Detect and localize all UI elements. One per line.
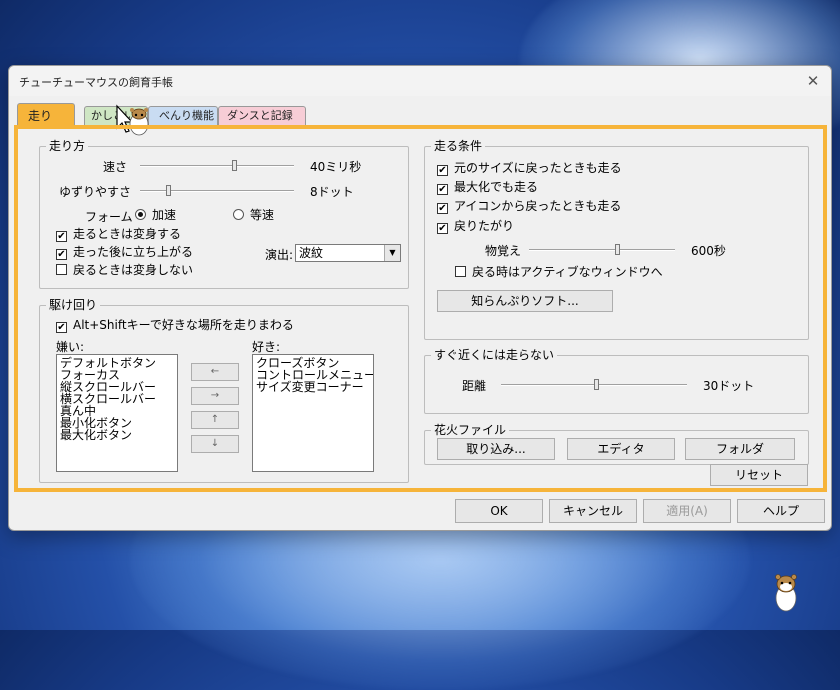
help-button[interactable]: ヘルプ (737, 499, 825, 523)
move-up-button[interactable]: ↑ (191, 411, 239, 429)
slider-track (140, 190, 294, 192)
checkbox-box: ✔ (437, 223, 448, 234)
group-fireworks: 花火ファイル 取り込み... エディタ フォルダ (424, 423, 809, 465)
slider-thumb[interactable] (166, 185, 171, 196)
slider-track (529, 249, 675, 251)
tab-hashiri[interactable]: 走り (17, 103, 75, 127)
slider-thumb[interactable] (615, 244, 620, 255)
checkbox-icon-restore[interactable]: ✔ アイコンから戻ったときも走る (437, 199, 621, 214)
like-listbox[interactable]: クローズボタン コントロールメニュー サイズ変更コーナー (252, 354, 374, 472)
effect-select[interactable]: 波紋 ▼ (295, 244, 401, 262)
speed-value: 40ミリ秒 (310, 160, 362, 174)
form-label: フォーム (85, 210, 133, 224)
tab-content-hashiri: 走り方 速さ 40ミリ秒 ゆずりやすさ 8ドット フォーム 加速 等速 ✔ 走ると… (14, 125, 827, 492)
apply-button[interactable]: 適用(A) (643, 499, 731, 523)
radio-label: 等速 (250, 208, 275, 222)
tab-label: 走り (28, 109, 53, 123)
checkbox-transform[interactable]: ✔ 走るときは変身する (56, 227, 181, 242)
memory-slider[interactable] (529, 244, 675, 256)
checkbox-standup[interactable]: ✔ 走った後に立ち上がる (56, 245, 193, 260)
checkbox-box (56, 264, 67, 275)
radio-dot (135, 209, 146, 220)
move-left-button[interactable]: ← (191, 363, 239, 381)
list-item[interactable]: サイズ変更コーナー (256, 381, 370, 393)
folder-button[interactable]: フォルダ (685, 438, 795, 460)
speed-label: 速さ (103, 160, 128, 174)
checkbox-box (455, 266, 466, 277)
effect-label: 演出: (265, 248, 294, 262)
like-label: 好き: (252, 340, 281, 354)
distance-value: 30ドット (703, 379, 755, 393)
slider-thumb[interactable] (594, 379, 599, 390)
tab-label: ダンスと記録 (227, 109, 293, 122)
group-legend: すぐ近くには走らない (431, 348, 558, 363)
ok-button[interactable]: OK (455, 499, 543, 523)
group-legend: 駆け回り (46, 298, 101, 313)
checkbox-restore[interactable]: ✔ 元のサイズに戻ったときも走る (437, 161, 622, 176)
checkbox-maximize[interactable]: ✔ 最大化でも走る (437, 180, 538, 195)
dislike-listbox[interactable]: デフォルトボタン フォーカス 縦スクロールバー 横スクロールバー 真ん中 最小化… (56, 354, 178, 472)
import-button[interactable]: 取り込み... (437, 438, 555, 460)
memory-label: 物覚え (485, 244, 522, 258)
slider-track (140, 165, 294, 167)
checkbox-label: 元のサイズに戻ったときも走る (454, 161, 622, 175)
speed-slider[interactable] (140, 160, 294, 172)
tab-benri[interactable]: べんり機能 (148, 106, 218, 126)
checkbox-box: ✔ (56, 322, 67, 333)
tab-dance[interactable]: ダンスと記録 (218, 106, 306, 126)
group-kakemawari: 駆け回り ✔ Alt+Shiftキーで好きな場所を走りまわる 嫌い: 好き: デフ… (39, 298, 409, 483)
radio-constant[interactable]: 等速 (233, 208, 274, 222)
move-right-button[interactable]: → (191, 387, 239, 405)
shiranpuri-soft-button[interactable]: 知らんぷりソフト... (437, 290, 613, 312)
checkbox-box: ✔ (437, 203, 448, 214)
group-conditions: 走る条件 ✔ 元のサイズに戻ったときも走る ✔ 最大化でも走る ✔ アイコンから戻った… (424, 139, 809, 340)
effect-value: 波紋 (299, 246, 324, 260)
checkbox-altshift[interactable]: ✔ Alt+Shiftキーで好きな場所を走りまわる (56, 318, 294, 333)
hamster-mascot-icon (775, 574, 797, 612)
checkbox-label: 走った後に立ち上がる (73, 245, 194, 259)
radio-label: 加速 (152, 208, 177, 222)
yield-label: ゆずりやすさ (59, 185, 132, 199)
group-legend: 走る条件 (431, 139, 486, 154)
checkbox-label: 走るときは変身する (73, 227, 182, 241)
title-bar: チューチューマウスの飼育手帳 ✕ (9, 66, 831, 96)
distance-slider[interactable] (501, 379, 687, 391)
checkbox-noreturn[interactable]: 戻るときは変身しない (56, 263, 193, 277)
radio-accel[interactable]: 加速 (135, 208, 176, 222)
list-item[interactable]: 最大化ボタン (60, 429, 174, 441)
yield-value: 8ドット (310, 185, 354, 199)
checkbox-modoritagari[interactable]: ✔ 戻りたがり (437, 219, 514, 234)
tab-label: べんり機能 (159, 109, 214, 122)
group-hashirikata: 走り方 速さ 40ミリ秒 ゆずりやすさ 8ドット フォーム 加速 等速 ✔ 走ると… (39, 139, 409, 289)
close-icon[interactable]: ✕ (803, 71, 823, 91)
checkbox-box: ✔ (437, 184, 448, 195)
yield-slider[interactable] (140, 185, 294, 197)
settings-dialog: チューチューマウスの飼育手帳 ✕ 走り かしこい べんり機能 ダンスと記録 走り… (8, 65, 832, 531)
window-title: チューチューマウスの飼育手帳 (19, 76, 173, 89)
dropdown-arrow-icon[interactable]: ▼ (384, 245, 400, 261)
checkbox-label: 最大化でも走る (454, 180, 539, 194)
reset-button[interactable]: リセット (710, 464, 808, 486)
slider-thumb[interactable] (232, 160, 237, 171)
checkbox-label: Alt+Shiftキーで好きな場所を走りまわる (73, 318, 294, 332)
cancel-button[interactable]: キャンセル (549, 499, 637, 523)
checkbox-label: 戻りたがり (454, 219, 515, 233)
checkbox-box: ✔ (56, 231, 67, 242)
editor-button[interactable]: エディタ (567, 438, 675, 460)
dislike-label: 嫌い: (56, 340, 85, 354)
memory-value: 600秒 (691, 244, 726, 258)
checkbox-box: ✔ (56, 249, 67, 260)
group-nearby: すぐ近くには走らない 距離 30ドット (424, 348, 809, 414)
group-legend: 走り方 (46, 139, 89, 154)
checkbox-box: ✔ (437, 165, 448, 176)
group-legend: 花火ファイル (431, 423, 510, 438)
checkbox-label: 戻る時はアクティブなウィンドウへ (472, 265, 663, 279)
checkbox-label: 戻るときは変身しない (73, 263, 194, 277)
checkbox-active-window[interactable]: 戻る時はアクティブなウィンドウへ (455, 265, 663, 279)
radio-dot (233, 209, 244, 220)
checkbox-label: アイコンから戻ったときも走る (454, 199, 622, 213)
distance-label: 距離 (462, 379, 487, 393)
move-down-button[interactable]: ↓ (191, 435, 239, 453)
